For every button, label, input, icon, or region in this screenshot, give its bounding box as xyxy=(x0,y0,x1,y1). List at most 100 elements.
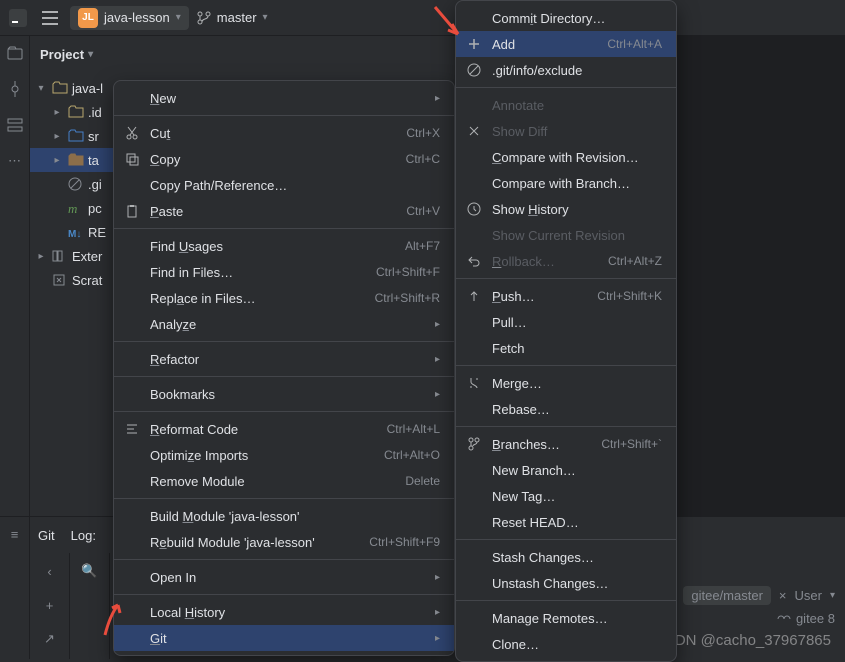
git-tab[interactable]: Git xyxy=(38,528,55,543)
menu-item[interactable]: Open In▸ xyxy=(114,564,454,590)
menu-item[interactable]: Find in Files…Ctrl+Shift+F xyxy=(114,259,454,285)
project-tool-icon[interactable] xyxy=(6,44,24,62)
scratch-icon xyxy=(52,273,68,287)
folder-brown-icon xyxy=(68,153,84,167)
menu-item[interactable]: Git▸ xyxy=(114,625,454,651)
menu-item[interactable]: Build Module 'java-lesson' xyxy=(114,503,454,529)
expander-icon[interactable]: ▸ xyxy=(34,251,48,262)
menu-item[interactable]: Remove ModuleDelete xyxy=(114,468,454,494)
menu-label: Stash Changes… xyxy=(492,550,594,565)
menu-label: Cut xyxy=(150,126,170,141)
menu-label: Pull… xyxy=(492,315,527,330)
menu-separator xyxy=(114,411,454,412)
menu-item[interactable]: Compare with Revision… xyxy=(456,144,676,170)
more-tool-icon[interactable]: ⋯ xyxy=(6,152,24,170)
menu-item[interactable]: Find UsagesAlt+F7 xyxy=(114,233,454,259)
shortcut-label: Ctrl+C xyxy=(406,152,440,166)
menu-item[interactable]: Reformat CodeCtrl+Alt+L xyxy=(114,416,454,442)
branch-icon xyxy=(197,11,211,25)
menu-item[interactable]: Pull… xyxy=(456,309,676,335)
menu-item[interactable]: Clone… xyxy=(456,631,676,657)
menu-item[interactable]: Stash Changes… xyxy=(456,544,676,570)
search-button[interactable]: 🔍 xyxy=(76,557,104,585)
menu-item[interactable]: Reset HEAD… xyxy=(456,509,676,535)
expander-icon[interactable]: ▸ xyxy=(50,107,64,118)
forbid-icon xyxy=(68,177,84,191)
menu-label: Optimize Imports xyxy=(150,448,248,463)
project-name: java-lesson xyxy=(104,10,170,25)
merge-icon xyxy=(466,375,482,391)
menu-item[interactable]: Merge… xyxy=(456,370,676,396)
menu-item[interactable]: Commit Directory… xyxy=(456,5,676,31)
menu-item[interactable]: Analyze▸ xyxy=(114,311,454,337)
git-submenu[interactable]: Commit Directory… AddCtrl+Alt+A.git/info/… xyxy=(455,0,677,662)
menu-item[interactable]: Unstash Changes… xyxy=(456,570,676,596)
menu-item[interactable]: Rebase… xyxy=(456,396,676,422)
menu-item[interactable]: New Tag… xyxy=(456,483,676,509)
menu-item[interactable]: PasteCtrl+V xyxy=(114,198,454,224)
menu-item[interactable]: New▸ xyxy=(114,85,454,111)
structure-tool-icon[interactable] xyxy=(6,116,24,134)
menu-label: Commit Directory… xyxy=(492,11,605,26)
menu-item[interactable]: Local History▸ xyxy=(114,599,454,625)
project-header[interactable]: Project ▾ xyxy=(30,36,459,72)
expander-icon[interactable]: ▾ xyxy=(34,83,48,94)
title-bar: JL java-lesson ▾ master ▾ xyxy=(0,0,845,36)
menu-label: Find in Files… xyxy=(150,265,233,280)
add-button[interactable]: + xyxy=(36,591,64,619)
project-selector[interactable]: JL java-lesson ▾ xyxy=(70,6,189,30)
menu-item[interactable]: Refactor▸ xyxy=(114,346,454,372)
menu-item[interactable]: AddCtrl+Alt+A xyxy=(456,31,676,57)
shortcut-label: Alt+F7 xyxy=(405,239,440,253)
commit-tool-icon[interactable] xyxy=(6,80,24,98)
tree-label: .gi xyxy=(88,177,102,192)
tree-label: Scrat xyxy=(72,273,102,288)
menu-separator xyxy=(114,228,454,229)
link-icon xyxy=(776,614,792,624)
expander-icon[interactable]: ▸ xyxy=(50,155,64,166)
menu-separator xyxy=(456,539,676,540)
shortcut-label: Ctrl+Alt+O xyxy=(384,448,440,462)
submenu-arrow-icon: ▸ xyxy=(435,572,440,583)
menu-item[interactable]: .git/info/exclude xyxy=(456,57,676,83)
menu-item[interactable]: CopyCtrl+C xyxy=(114,146,454,172)
folder-icon xyxy=(52,81,68,95)
tree-label: pc xyxy=(88,201,102,216)
intellij-logo-icon xyxy=(9,9,27,27)
menu-item[interactable]: Show History xyxy=(456,196,676,222)
shortcut-label: Ctrl+Shift+R xyxy=(375,291,440,305)
context-menu[interactable]: New▸ CutCtrl+XCopyCtrl+CCopy Path/Referen… xyxy=(113,80,455,656)
menu-label: Show Diff xyxy=(492,124,547,139)
bottom-rail: ≡ xyxy=(0,517,30,659)
menu-label: Compare with Revision… xyxy=(492,150,639,165)
hamburger-icon[interactable]: ≡ xyxy=(6,525,24,543)
prev-button[interactable]: ‹ xyxy=(36,557,64,585)
menu-label: Annotate xyxy=(492,98,544,113)
menu-item[interactable]: Compare with Branch… xyxy=(456,170,676,196)
link-button[interactable]: ↗ xyxy=(36,625,64,653)
menu-item[interactable]: Rebuild Module 'java-lesson'Ctrl+Shift+F… xyxy=(114,529,454,555)
menu-item[interactable]: Optimize Imports Ctrl+Alt+O xyxy=(114,442,454,468)
menu-item[interactable]: CutCtrl+X xyxy=(114,120,454,146)
menu-item[interactable]: Fetch xyxy=(456,335,676,361)
submenu-arrow-icon: ▸ xyxy=(435,633,440,644)
main-menu-button[interactable] xyxy=(38,6,62,30)
branch-selector[interactable]: master ▾ xyxy=(197,10,268,25)
menu-item[interactable]: Bookmarks▸ xyxy=(114,381,454,407)
menu-item[interactable]: Replace in Files…Ctrl+Shift+R xyxy=(114,285,454,311)
expander-icon[interactable]: ▸ xyxy=(50,131,64,142)
menu-item[interactable]: Branches…Ctrl+Shift+` xyxy=(456,431,676,457)
menu-item[interactable]: Push…Ctrl+Shift+K xyxy=(456,283,676,309)
folder-icon xyxy=(68,105,84,119)
branch-icon xyxy=(466,436,482,452)
shortcut-label: Ctrl+Shift+F9 xyxy=(369,535,440,549)
menu-item[interactable]: Manage Remotes… xyxy=(456,605,676,631)
menu-item[interactable]: New Branch… xyxy=(456,457,676,483)
remote-tag[interactable]: gitee/master xyxy=(683,586,771,605)
menu-label: Manage Remotes… xyxy=(492,611,608,626)
menu-label: Merge… xyxy=(492,376,542,391)
menu-label: Rollback… xyxy=(492,254,555,269)
menu-label: Paste xyxy=(150,204,183,219)
menu-item[interactable]: Copy Path/Reference… xyxy=(114,172,454,198)
log-tab[interactable]: Log: xyxy=(71,528,96,543)
